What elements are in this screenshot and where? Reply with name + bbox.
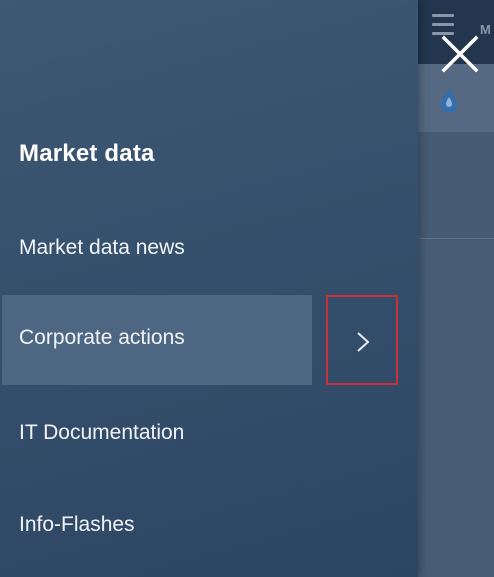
menu-item-it-documentation[interactable]: IT Documentation bbox=[0, 390, 418, 480]
background-iconbar bbox=[418, 64, 494, 132]
page: M Market data Market data news Corporate… bbox=[0, 0, 494, 577]
close-icon bbox=[441, 35, 479, 73]
navigation-menu-panel: Market data Market data news Corporate a… bbox=[0, 0, 418, 577]
menu-item-market-data-news[interactable]: Market data news bbox=[0, 205, 418, 295]
menu-item-label: Corporate actions bbox=[19, 326, 185, 349]
drop-icon[interactable] bbox=[434, 86, 464, 116]
chevron-right-icon bbox=[357, 332, 370, 352]
menu-heading: Market data bbox=[19, 140, 155, 167]
menu-item-label: Info-Flashes bbox=[19, 513, 135, 536]
background-app: M bbox=[418, 0, 494, 577]
menu-item-label: Market data news bbox=[19, 236, 185, 259]
menu-item-label: IT Documentation bbox=[19, 421, 185, 444]
close-menu-button[interactable] bbox=[440, 34, 480, 74]
background-section bbox=[418, 132, 494, 239]
expand-corporate-actions-button[interactable] bbox=[326, 295, 398, 385]
menu-item-info-flashes[interactable]: Info-Flashes bbox=[0, 482, 418, 572]
background-topbar-text: M bbox=[480, 22, 491, 37]
